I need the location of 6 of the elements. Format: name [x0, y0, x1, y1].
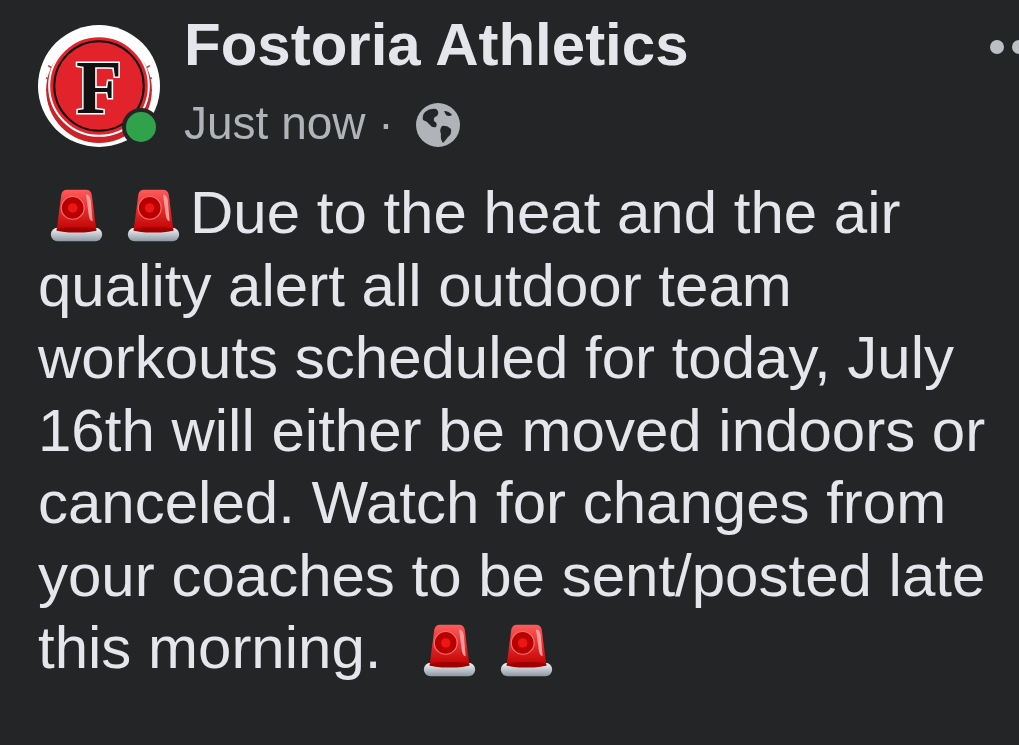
post-text: Due to the heat and the air — [190, 178, 901, 248]
page-name[interactable]: Fostoria Athletics — [184, 15, 689, 75]
team-logo[interactable]: F — [38, 25, 160, 147]
globe-icon — [415, 103, 460, 147]
post-time[interactable]: Just now · — [184, 100, 394, 146]
post-text: this morning. — [38, 613, 382, 683]
